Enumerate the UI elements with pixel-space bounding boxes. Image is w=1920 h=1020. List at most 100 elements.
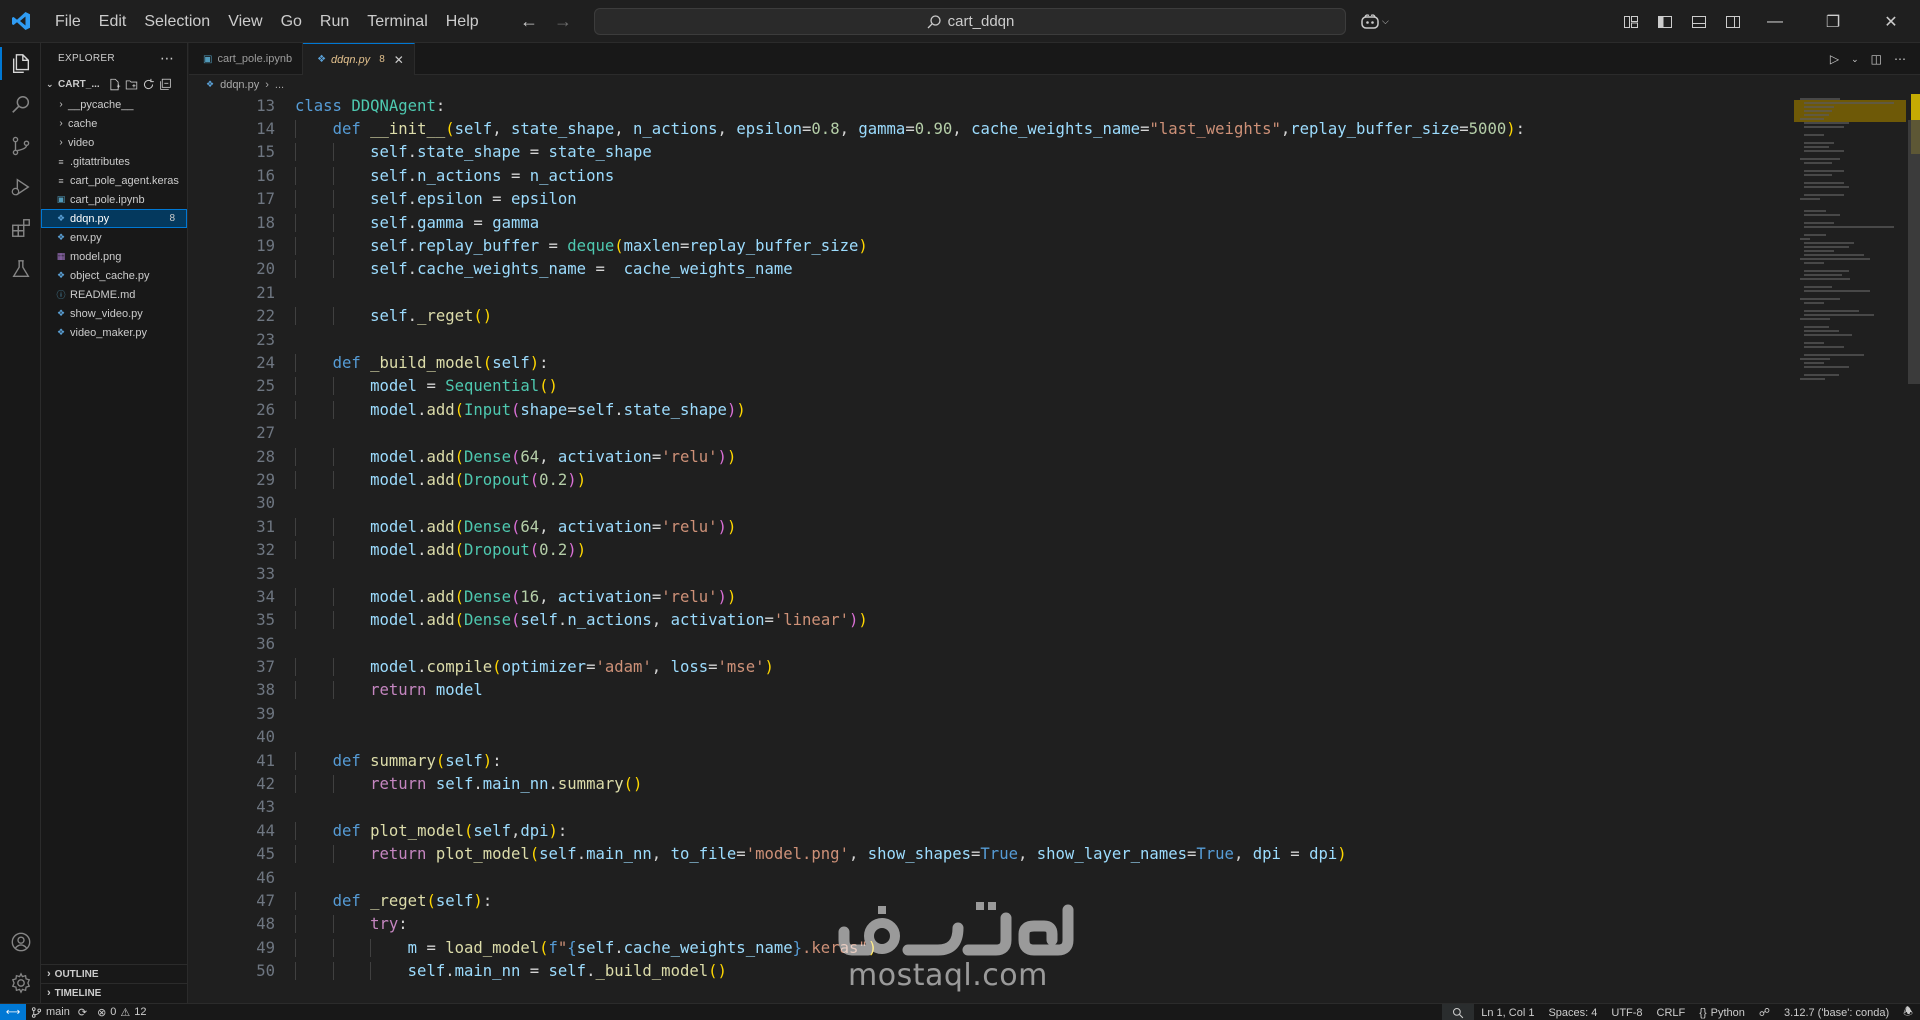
tree-item-label: show_video.py — [70, 307, 143, 320]
testing-flask-icon[interactable] — [0, 248, 41, 289]
copilot-button[interactable]: ⌵ — [1360, 0, 1389, 43]
minimap-line — [1804, 270, 1849, 272]
close-tab-icon[interactable]: ✕ — [394, 53, 404, 67]
collapse-all-icon[interactable] — [159, 78, 172, 91]
code-line: 20 self.cache_weights_name = cache_weigh… — [189, 258, 1789, 281]
customize-layout-icon[interactable] — [1614, 0, 1648, 43]
new-folder-icon[interactable] — [125, 78, 138, 91]
menu-file[interactable]: File — [46, 0, 90, 43]
menu-go[interactable]: Go — [272, 0, 311, 43]
python-interpreter[interactable]: 3.12.7 ('base': conda) — [1777, 1007, 1896, 1019]
command-center-search[interactable]: cart_ddqn — [594, 8, 1346, 35]
menu-view[interactable]: View — [219, 0, 271, 43]
code-text: self.state_shape = state_shape — [275, 143, 652, 162]
tab-label: ddqn.py — [331, 53, 371, 66]
settings-gear-icon[interactable] — [0, 962, 41, 1003]
tree-item-readme[interactable]: ⓘ README.md — [41, 285, 187, 304]
accounts-icon[interactable] — [0, 921, 41, 962]
tree-item-video-maker[interactable]: ❖ video_maker.py — [41, 323, 187, 342]
toggle-panel-icon[interactable] — [1682, 0, 1716, 43]
indent-guide — [295, 447, 296, 466]
code-line: 28 model.add(Dense(64, activation='relu'… — [189, 445, 1789, 468]
line-number: 26 — [256, 400, 275, 419]
menu-selection[interactable]: Selection — [135, 0, 219, 43]
code-text: model.add(Dense(64, activation='relu')) — [275, 517, 736, 536]
extensions-icon[interactable] — [0, 207, 41, 248]
sync-icon[interactable]: ⟳ — [78, 1006, 87, 1019]
explorer-icon[interactable] — [0, 43, 41, 84]
language-mode[interactable]: {} Python — [1692, 1007, 1752, 1019]
timeline-section[interactable]: › TIMELINE — [41, 983, 188, 1002]
toggle-secondary-sidebar-icon[interactable] — [1716, 0, 1750, 43]
tab-cart-pole-ipynb[interactable]: ▣ cart_pole.ipynb — [189, 43, 304, 75]
git-branch[interactable]: main ⟳ — [26, 1006, 92, 1019]
minimap[interactable] — [1794, 94, 1906, 1003]
tree-item-label: cart_pole.ipynb — [70, 193, 145, 206]
search-icon[interactable] — [0, 84, 41, 125]
menu-terminal[interactable]: Terminal — [358, 0, 436, 43]
end-of-line[interactable]: CRLF — [1650, 1007, 1693, 1019]
menu-run[interactable]: Run — [311, 0, 358, 43]
tree-item-keras[interactable]: ≡ cart_pole_agent.keras — [41, 171, 187, 190]
python-icon: ❖ — [56, 308, 66, 318]
code-line: 41 def summary(self): — [189, 749, 1789, 772]
run-debug-icon[interactable] — [0, 166, 41, 207]
line-number: 43 — [256, 798, 275, 817]
tree-item-model-png[interactable]: ▦ model.png — [41, 247, 187, 266]
zoom-indicator[interactable] — [1442, 1004, 1475, 1020]
line-number: 31 — [256, 517, 275, 536]
notifications-bell-icon[interactable]: 🕭 — [1896, 1003, 1920, 1020]
back-arrow-icon[interactable]: ← — [520, 11, 538, 32]
source-control-icon[interactable] — [0, 125, 41, 166]
problems-indicator[interactable]: ⊗ 0 ⚠ 12 — [92, 1006, 151, 1019]
tree-item-pycache[interactable]: › __pycache__ — [41, 95, 187, 114]
restore-icon[interactable]: ❐ — [1804, 0, 1862, 43]
breadcrumb-file[interactable]: ddqn.py — [220, 79, 259, 91]
minimize-icon[interactable]: — — [1746, 0, 1804, 43]
code-line: 26 model.add(Input(shape=self.state_shap… — [189, 398, 1789, 421]
tree-item-video[interactable]: › video — [41, 133, 187, 152]
refresh-icon[interactable] — [142, 78, 155, 91]
code-text: model = Sequential() — [275, 377, 558, 396]
indent-guide — [332, 377, 334, 396]
more-actions-icon[interactable]: ⋯ — [1894, 52, 1906, 66]
indent-guide — [295, 190, 296, 209]
indentation[interactable]: Spaces: 4 — [1541, 1007, 1604, 1019]
indent-guide — [332, 143, 334, 162]
workspace-folder[interactable]: ⌄ CART_... — [41, 73, 187, 95]
code-line: 46 — [189, 866, 1789, 889]
toggle-primary-sidebar-icon[interactable] — [1648, 0, 1682, 43]
chevron-right-icon: › — [47, 987, 51, 999]
indent-guide — [332, 447, 334, 466]
cursor-position[interactable]: Ln 1, Col 1 — [1474, 1007, 1541, 1019]
outline-section[interactable]: › OUTLINE — [41, 964, 188, 983]
run-file-icon[interactable]: ▷ — [1830, 52, 1839, 66]
forward-arrow-icon[interactable]: → — [554, 11, 572, 32]
split-editor-icon[interactable]: ◫ — [1871, 52, 1882, 66]
remote-indicator-icon[interactable]: ⟷ — [0, 1003, 26, 1020]
close-window-icon[interactable]: ✕ — [1862, 0, 1920, 43]
tree-item-ipynb[interactable]: ▣ cart_pole.ipynb — [41, 190, 187, 209]
menu-help[interactable]: Help — [437, 0, 488, 43]
tree-item-gitattributes[interactable]: ≡ .gitattributes — [41, 152, 187, 171]
python-env-icon[interactable]: ☍ — [1752, 1006, 1777, 1019]
tree-item-show-video[interactable]: ❖ show_video.py — [41, 304, 187, 323]
tree-item-cache[interactable]: › cache — [41, 114, 187, 133]
chevron-right-icon: › — [59, 118, 63, 129]
menu-edit[interactable]: Edit — [90, 0, 136, 43]
code-editor[interactable]: 13 class DDQNAgent: 14 def __init__(self,… — [189, 94, 1789, 1003]
scrollbar-thumb[interactable] — [1908, 120, 1920, 384]
more-actions-icon[interactable]: ⋯ — [160, 50, 175, 67]
tree-item-env-py[interactable]: ❖ env.py — [41, 228, 187, 247]
new-file-icon[interactable] — [108, 78, 121, 91]
tree-item-object-cache[interactable]: ❖ object_cache.py — [41, 266, 187, 285]
chevron-down-icon[interactable]: ⌄ — [1851, 54, 1859, 65]
breadcrumb-symbol[interactable]: ... — [275, 79, 284, 91]
tab-ddqn-py[interactable]: ❖ ddqn.py 8 ✕ — [303, 43, 415, 75]
code-text: model.compile(optimizer='adam', loss='ms… — [275, 658, 774, 677]
tree-item-ddqn-py[interactable]: ❖ ddqn.py 8 — [41, 209, 187, 228]
encoding[interactable]: UTF-8 — [1604, 1007, 1649, 1019]
tree-item-label: object_cache.py — [70, 269, 150, 282]
